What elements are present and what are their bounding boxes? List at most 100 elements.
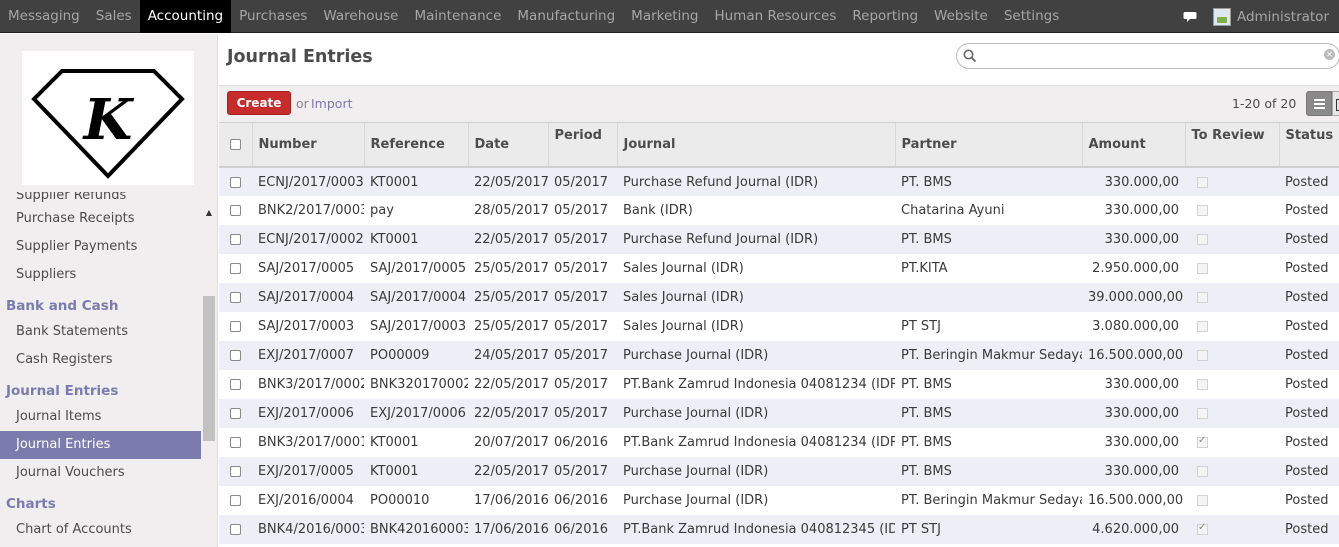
user-menu[interactable]: Administrator — [1237, 9, 1339, 25]
menu-website[interactable]: Website — [926, 0, 996, 33]
search-box[interactable]: ✕ — [956, 43, 1339, 69]
table-row[interactable]: SAJ/2017/0005 SAJ/2017/0005 25/05/2017 05/2… — [219, 254, 1339, 283]
user-avatar[interactable] — [1212, 7, 1231, 26]
table-row[interactable]: EXJ/2017/0005 KT0001 22/05/2017 05/2017 Purc… — [219, 457, 1339, 486]
column-date[interactable]: Date — [468, 123, 549, 168]
sidebar-item-journal-entries[interactable]: Journal Entries — [0, 431, 201, 459]
table-row[interactable]: EXJ/2017/0007 PO00009 24/05/2017 05/2017 Pur… — [219, 341, 1339, 370]
cell-reference: PO00010 — [364, 486, 468, 515]
sidebar-item-bank-statements[interactable]: Bank Statements — [0, 318, 201, 346]
table-row[interactable]: BNK4/2016/0003 BNK420160003 17/06/2016 06/2… — [219, 515, 1339, 544]
table-row[interactable]: SAJ/2017/0003 SAJ/2017/0003 25/05/2017 05/2… — [219, 312, 1339, 341]
cell-number: EXJ/2016/0004 — [252, 486, 364, 515]
cell-date: 20/07/2017 — [468, 428, 548, 457]
row-checkbox[interactable] — [219, 428, 252, 457]
sidebar-item-chart-of-accounts[interactable]: Chart of Accounts — [0, 516, 201, 544]
import-link[interactable]: Import — [311, 96, 353, 111]
column-journal[interactable]: Journal — [617, 123, 896, 168]
cell-date: 25/05/2017 — [468, 312, 548, 341]
cell-amount: 330.000,00 — [1082, 167, 1185, 196]
sidebar: K Supplier Refunds Purchase Receipts Suppl… — [0, 34, 218, 547]
cell-period: 05/2017 — [548, 225, 617, 254]
sidebar-item-supplier-payments[interactable]: Supplier Payments — [0, 233, 201, 261]
company-logo[interactable]: K — [22, 51, 194, 185]
menu-purchases[interactable]: Purchases — [231, 0, 315, 33]
search-input[interactable] — [983, 48, 1303, 64]
table-row[interactable]: BNK3/2017/0002 BNK320170002 22/05/2017 05/2… — [219, 370, 1339, 399]
menu-warehouse[interactable]: Warehouse — [315, 0, 406, 33]
table-row[interactable]: BNK2/2017/0003 pay 28/05/2017 05/2017 Bank (… — [219, 196, 1339, 225]
row-checkbox[interactable] — [219, 167, 252, 196]
row-checkbox[interactable] — [219, 370, 252, 399]
cell-date: 25/05/2017 — [468, 283, 548, 312]
cell-partner: PT STJ — [895, 515, 1082, 544]
table-row[interactable]: ECNJ/2017/0003 KT0001 22/05/2017 05/2017 Pur… — [219, 167, 1339, 196]
column-number[interactable]: Number — [252, 123, 365, 168]
cell-reference: KT0001 — [364, 225, 468, 254]
sidebar-item-journal-items[interactable]: Journal Items — [0, 403, 201, 431]
column-status[interactable]: Status — [1279, 123, 1339, 168]
table-row[interactable]: ECNJ/2017/0002 KT0001 22/05/2017 05/2017 Pur… — [219, 225, 1339, 254]
cell-amount: 16.500.000,00 — [1082, 341, 1185, 370]
menu-messaging[interactable]: Messaging — [0, 0, 88, 33]
to-review-checkbox — [1197, 495, 1208, 506]
row-checkbox[interactable] — [219, 283, 252, 312]
cell-status: Posted — [1279, 457, 1339, 486]
cell-date: 22/05/2017 — [468, 457, 548, 486]
table-row[interactable]: EXJ/2016/0004 PO00010 17/06/2016 06/2016 Pur… — [219, 486, 1339, 515]
sidebar-item-journal-vouchers[interactable]: Journal Vouchers — [0, 459, 201, 487]
row-checkbox[interactable] — [219, 399, 252, 428]
form-view-button[interactable] — [1332, 91, 1339, 116]
menu-settings[interactable]: Settings — [996, 0, 1067, 33]
menu-sales[interactable]: Sales — [88, 0, 140, 33]
cell-partner: Chatarina Ayuni — [895, 196, 1082, 225]
row-checkbox[interactable] — [219, 515, 252, 544]
cell-journal: Purchase Journal (IDR) — [617, 341, 895, 370]
column-partner[interactable]: Partner — [895, 123, 1083, 168]
cell-partner: PT. BMS — [895, 370, 1082, 399]
scroll-up-arrow-icon[interactable]: ▲ — [204, 208, 214, 218]
column-period[interactable]: Period — [548, 123, 618, 168]
menu-manufacturing[interactable]: Manufacturing — [509, 0, 623, 33]
row-checkbox[interactable] — [219, 225, 252, 254]
table-row[interactable]: SAJ/2017/0004 SAJ/2017/0004 25/05/2017 05/2… — [219, 283, 1339, 312]
sidebar-item-purchase-receipts[interactable]: Purchase Receipts — [0, 205, 201, 233]
row-checkbox[interactable] — [219, 196, 252, 225]
menu-maintenance[interactable]: Maintenance — [406, 0, 509, 33]
pager-value[interactable]: 1-20 of 20 — [1232, 96, 1296, 111]
cell-status: Posted — [1279, 428, 1339, 457]
cell-partner: PT. Beringin Makmur Sedaya — [895, 486, 1082, 515]
row-checkbox[interactable] — [219, 457, 252, 486]
sidebar-item-suppliers[interactable]: Suppliers — [0, 261, 201, 289]
create-button[interactable]: Create — [227, 91, 291, 115]
row-checkbox[interactable] — [219, 341, 252, 370]
cell-number: EXJ/2017/0005 — [252, 457, 364, 486]
menu-accounting[interactable]: Accounting — [139, 0, 232, 33]
chat-icon[interactable] — [1183, 11, 1197, 23]
top-menu-bar: Messaging Sales Accounting Purchases Warehou… — [0, 0, 1339, 33]
column-reference[interactable]: Reference — [364, 123, 469, 168]
menu-marketing[interactable]: Marketing — [623, 0, 706, 33]
sidebar-menu: Supplier Refunds Purchase Receipts Supplie… — [0, 192, 201, 544]
menu-human-resources[interactable]: Human Resources — [706, 0, 844, 33]
list-view-button[interactable] — [1306, 91, 1332, 116]
table-row[interactable]: BNK3/2017/0001 KT0001 20/07/2017 06/2016 PT.… — [219, 428, 1339, 457]
cell-reference: SAJ/2017/0005 — [364, 254, 468, 283]
row-checkbox[interactable] — [219, 254, 252, 283]
column-to-review[interactable]: To Review — [1185, 123, 1280, 168]
row-checkbox[interactable] — [219, 486, 252, 515]
menu-reporting[interactable]: Reporting — [844, 0, 926, 33]
sidebar-item-supplier-refunds[interactable]: Supplier Refunds — [0, 192, 201, 205]
clear-search-icon[interactable]: ✕ — [1324, 49, 1335, 60]
sidebar-item-cash-registers[interactable]: Cash Registers — [0, 346, 201, 374]
cell-period: 05/2017 — [548, 457, 617, 486]
select-all-checkbox[interactable] — [219, 123, 253, 168]
sidebar-section-bank-and-cash: Bank and Cash — [6, 298, 119, 314]
table-row[interactable]: EXJ/2017/0006 EXJ/2017/0006 22/05/2017 05/2… — [219, 399, 1339, 428]
column-amount[interactable]: Amount — [1082, 123, 1186, 168]
row-checkbox[interactable] — [219, 312, 252, 341]
sidebar-scrollbar[interactable] — [203, 296, 215, 441]
to-review-checkbox — [1197, 522, 1208, 535]
cell-amount: 3.080.000,00 — [1082, 312, 1185, 341]
cell-amount: 4.620.000,00 — [1082, 515, 1185, 544]
